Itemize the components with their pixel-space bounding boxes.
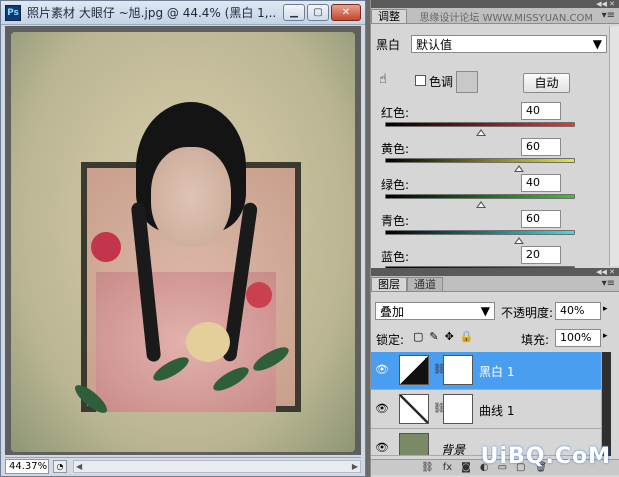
mode-label: 黑白 <box>376 38 401 52</box>
red-slider-label: 红色: <box>381 106 410 120</box>
chevron-down-icon: ▼ <box>592 37 602 51</box>
targeted-adjustment-icon[interactable]: ☝ <box>379 72 387 87</box>
layer-mask-thumb[interactable] <box>443 355 473 385</box>
opacity-arrow-icon[interactable]: ▸ <box>603 304 608 314</box>
red-value-field[interactable]: 40 <box>521 102 561 120</box>
mask-icon[interactable]: ◙ <box>461 462 471 473</box>
tint-color-swatch[interactable] <box>456 71 478 93</box>
panel-menu-icon[interactable]: ▾≡ <box>602 10 615 21</box>
layer-row[interactable]: 👁 ⛓ 曲线 1 <box>371 391 601 429</box>
yellow-slider-track[interactable] <box>385 158 575 163</box>
yellow-slider-thumb[interactable] <box>514 165 524 172</box>
preset-value: 默认值 <box>416 37 453 52</box>
layer-row[interactable]: 👁 ⛓ 黑白 1 <box>371 352 601 390</box>
fill-label: 填充: <box>521 333 550 347</box>
background-thumb <box>399 433 429 455</box>
lock-label: 锁定: <box>376 333 405 347</box>
status-bar: 44.37% ◔ ◀ ▶ <box>5 457 361 474</box>
close-button[interactable]: ✕ <box>331 4 361 21</box>
blue-slider-label: 蓝色: <box>381 250 410 264</box>
maximize-button[interactable]: ▢ <box>307 4 329 21</box>
bw-adjustment-thumb <box>399 355 429 385</box>
collapse-bar[interactable]: ◀◀ ✕ <box>371 0 619 8</box>
layer-mask-thumb[interactable] <box>443 394 473 424</box>
tint-label: 色调 <box>429 75 454 89</box>
adjustments-scrollbar[interactable] <box>609 26 619 266</box>
status-menu-icon[interactable]: ◔ <box>53 459 67 473</box>
document-title: 照片素材 大眼仔 ~旭.jpg @ 44.4% (黑白 1,... <box>27 6 277 20</box>
red-slider-track[interactable] <box>385 122 575 127</box>
layers-scrollbar[interactable] <box>601 352 611 456</box>
fill-field[interactable]: 100% <box>555 329 601 347</box>
link-layers-icon[interactable]: ⛓ <box>421 462 434 473</box>
layers-collapse-bar[interactable]: ◀◀ ✕ <box>371 268 619 276</box>
blend-mode-select[interactable]: 叠加 ▼ <box>375 302 495 320</box>
yellow-value-field[interactable]: 60 <box>521 138 561 156</box>
green-slider-label: 绿色: <box>381 178 410 192</box>
curves-adjustment-thumb <box>399 394 429 424</box>
tab-layers[interactable]: 图层 <box>371 277 407 291</box>
eye-icon[interactable]: 👁 <box>373 440 391 455</box>
zoom-field[interactable]: 44.37% <box>5 458 49 474</box>
layer-name: 曲线 1 <box>479 404 515 418</box>
watermark-text: 思缘设计论坛 WWW.MISSYUAN.COM <box>419 13 593 24</box>
cyan-value-field[interactable]: 60 <box>521 210 561 228</box>
tint-checkbox[interactable] <box>415 75 426 86</box>
layer-name: 背景 <box>441 443 466 456</box>
opacity-field[interactable]: 40% <box>555 302 601 320</box>
red-slider-thumb[interactable] <box>476 129 486 136</box>
layer-name: 黑白 1 <box>479 365 515 379</box>
green-slider-thumb[interactable] <box>476 201 486 208</box>
cyan-slider-track[interactable] <box>385 230 575 235</box>
auto-button[interactable]: 自动 <box>523 73 570 93</box>
tab-channels[interactable]: 通道 <box>407 277 443 291</box>
tab-adjustments[interactable]: 调整 <box>371 9 407 23</box>
eye-icon[interactable]: 👁 <box>373 362 391 378</box>
green-value-field[interactable]: 40 <box>521 174 561 192</box>
blue-value-field[interactable]: 20 <box>521 246 561 264</box>
minimize-button[interactable]: ▁ <box>283 4 305 21</box>
blend-chevron-icon: ▼ <box>480 304 490 318</box>
lock-icons[interactable]: ▢✎✥🔒 <box>413 330 480 343</box>
yellow-slider-label: 黄色: <box>381 142 410 156</box>
fx-icon[interactable]: fx <box>443 462 452 473</box>
layers-menu-icon[interactable]: ▾≡ <box>602 278 615 289</box>
document-window: Ps 照片素材 大眼仔 ~旭.jpg @ 44.4% (黑白 1,... ▁ ▢… <box>0 0 366 477</box>
opacity-label: 不透明度: <box>501 306 554 320</box>
horizontal-scrollbar[interactable]: ◀ ▶ <box>73 459 361 473</box>
canvas-area[interactable] <box>5 26 361 455</box>
adjustments-panel: ◀◀ ✕ 调整 思缘设计论坛 WWW.MISSYUAN.COM ▾≡ 黑白 默认… <box>370 0 619 280</box>
green-slider-track[interactable] <box>385 194 575 199</box>
cyan-slider-label: 青色: <box>381 214 410 228</box>
fill-arrow-icon[interactable]: ▸ <box>603 331 608 341</box>
site-logo: UiBQ.CoM <box>480 444 611 469</box>
photo-image <box>11 32 355 452</box>
document-title-bar[interactable]: Ps 照片素材 大眼仔 ~旭.jpg @ 44.4% (黑白 1,... ▁ ▢… <box>1 1 365 25</box>
photoshop-icon: Ps <box>5 4 21 21</box>
blend-mode-value: 叠加 <box>380 304 405 319</box>
preset-select[interactable]: 默认值 ▼ <box>411 35 607 53</box>
eye-icon[interactable]: 👁 <box>373 401 391 417</box>
cyan-slider-thumb[interactable] <box>514 237 524 244</box>
